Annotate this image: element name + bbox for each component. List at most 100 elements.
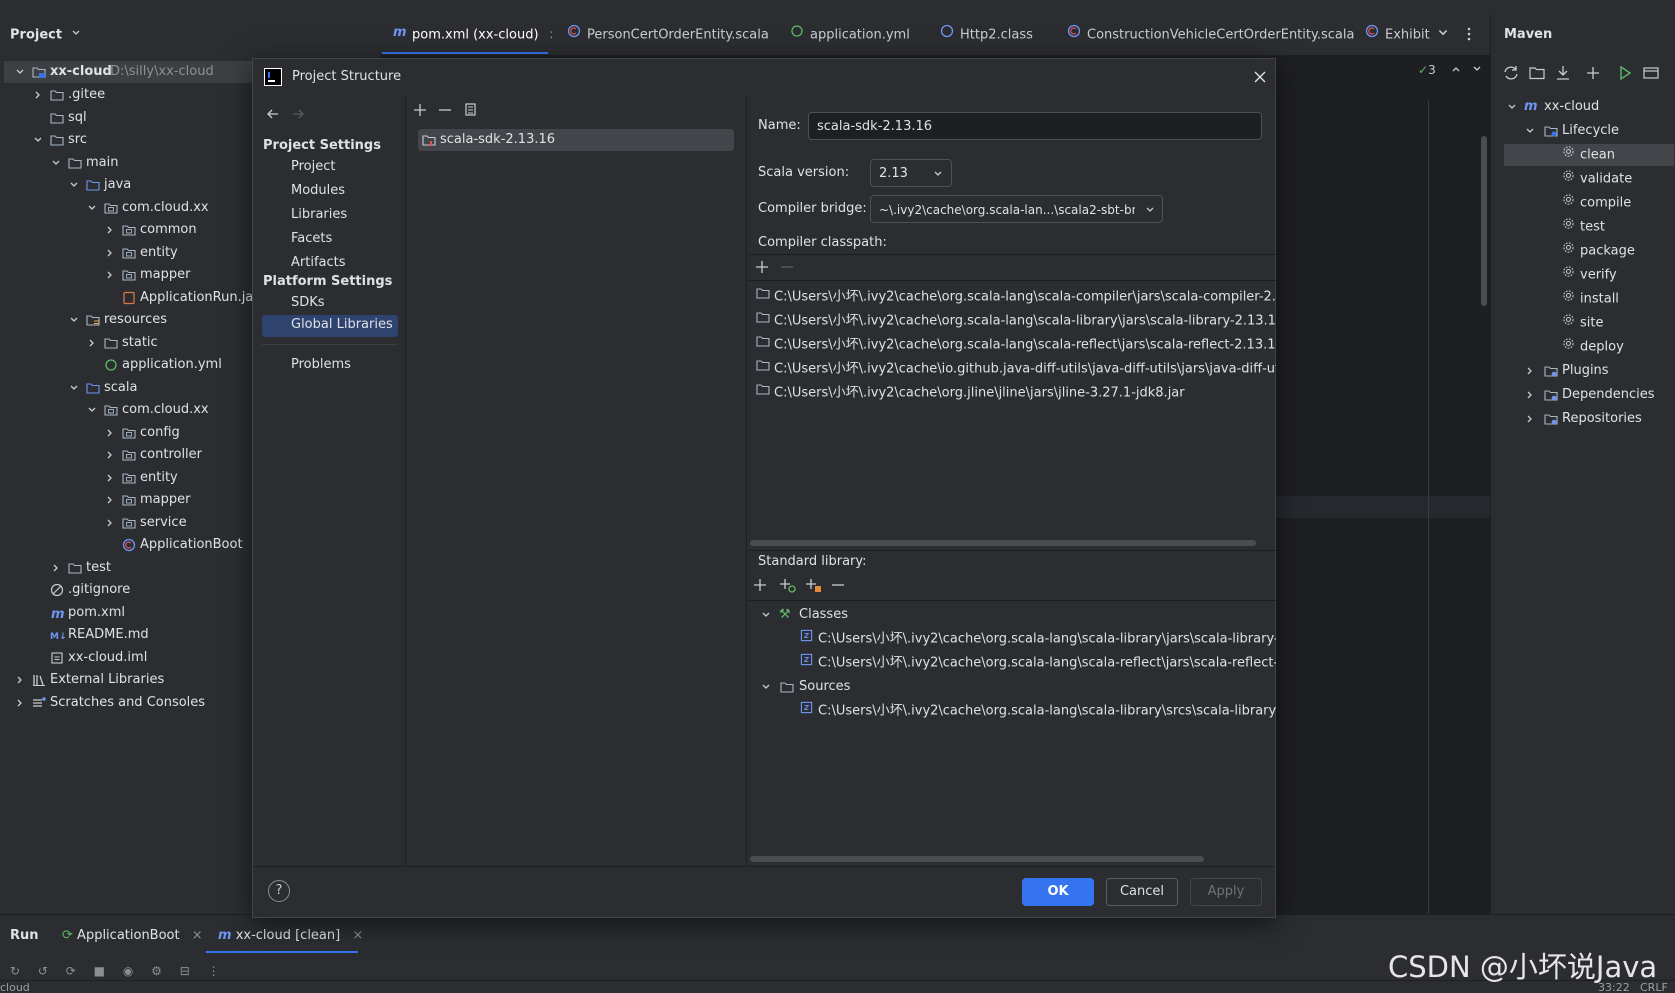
toggle-offline-icon[interactable] (1642, 64, 1660, 86)
close-icon[interactable]: × (549, 28, 552, 43)
tree-item-entity[interactable]: entity (0, 467, 256, 489)
add-external-icon[interactable] (804, 577, 822, 597)
add-maven-project-icon[interactable] (1528, 64, 1546, 86)
nav-item-sdks[interactable]: SDKs (291, 292, 325, 314)
ok-button[interactable]: OK (1022, 878, 1094, 906)
stop-icon[interactable]: ■ (94, 964, 105, 978)
lifecycle-goal-compile[interactable]: compile (1562, 192, 1631, 214)
tree-item-gitignore[interactable]: .gitignore (0, 579, 256, 601)
editor-tab-exhibit[interactable]: Exhibit (1365, 20, 1435, 50)
maven-group-dependencies[interactable]: Dependencies (1504, 384, 1674, 406)
lifecycle-goal-clean[interactable]: clean (1504, 144, 1674, 166)
classpath-hscrollbar[interactable] (750, 540, 1256, 546)
tree-item-xx-cloud-iml[interactable]: xx-cloud.iml (0, 647, 256, 669)
tree-root-row[interactable]: xx-cloud D:\silly\xx-cloud (4, 61, 256, 83)
tree-item-entity[interactable]: entity (0, 242, 256, 264)
remove-classpath-icon[interactable] (779, 259, 795, 279)
tree-item-com-cloud-xx[interactable]: com.cloud.xx (0, 399, 256, 421)
tree-item-gitee[interactable]: .gitee (0, 84, 256, 106)
tree-item-resources[interactable]: resources (0, 309, 256, 331)
maven-group-plugins[interactable]: Plugins (1504, 360, 1674, 382)
more-options-icon[interactable] (1466, 26, 1472, 42)
add-icon[interactable] (752, 577, 768, 597)
run-tab-application-boot[interactable]: ⟳ ApplicationBoot × (62, 925, 203, 947)
editor-scrollbar[interactable] (1481, 136, 1487, 306)
compiler-bridge-select[interactable]: ~\.ivy2\cache\org.scala-lan...\scala2-sb… (870, 195, 1163, 223)
editor-tab-pom-xml-xx-cloud[interactable]: m pom.xml (xx-cloud) × (392, 20, 552, 50)
editor-tab-constructionvehiclecertorderentity-scala[interactable]: ConstructionVehicleCertOrderEntity.scala (1067, 20, 1357, 50)
tree-item-static[interactable]: static (0, 332, 256, 354)
status-left[interactable]: cloud (0, 981, 30, 993)
jar-entry[interactable]: C:\Users\小坏\.ivy2\cache\org.scala-lang\s… (800, 652, 1276, 674)
nav-item-artifacts[interactable]: Artifacts (291, 252, 346, 274)
close-icon[interactable] (1253, 70, 1267, 88)
lifecycle-goal-deploy[interactable]: deploy (1562, 336, 1624, 358)
tree-item-applicationrun-java[interactable]: ApplicationRun.java (0, 287, 256, 309)
pin-icon[interactable]: ⊟ (180, 964, 190, 978)
lifecycle-goal-test[interactable]: test (1562, 216, 1605, 238)
editor-tab-application-yml[interactable]: application.yml (790, 20, 930, 50)
settings-icon[interactable]: ⚙ (151, 964, 162, 978)
tree-item-readme-md[interactable]: M↓ README.md (0, 624, 256, 646)
lifecycle-goal-verify[interactable]: verify (1562, 264, 1617, 286)
tree-item-mapper[interactable]: mapper (0, 264, 256, 286)
editor-inspection-widget[interactable]: ✓3 (1418, 62, 1436, 78)
copy-icon[interactable] (462, 102, 478, 122)
add-jar-icon[interactable] (778, 577, 796, 597)
editor-tab-personcertorderentity-scala[interactable]: PersonCertOrderEntity.scala (567, 20, 777, 50)
tree-item-pom-xml[interactable]: m pom.xml (0, 602, 256, 624)
tree-item-src[interactable]: src (0, 129, 256, 151)
more-icon[interactable]: ⋮ (208, 964, 220, 978)
chevron-down-icon[interactable] (1472, 63, 1482, 78)
tree-item-service[interactable]: service (0, 512, 256, 534)
chevron-up-icon[interactable] (1451, 63, 1461, 78)
lifecycle-goal-validate[interactable]: validate (1562, 168, 1632, 190)
remove-icon[interactable] (830, 577, 846, 597)
classpath-entry[interactable]: C:\Users\小坏\.ivy2\cache\org.scala-lang\s… (756, 286, 1276, 308)
remove-icon[interactable] (437, 102, 453, 122)
classpath-entry[interactable]: C:\Users\小坏\.ivy2\cache\org.scala-lang\s… (756, 334, 1276, 356)
cancel-button[interactable]: Cancel (1106, 878, 1178, 906)
run-icon[interactable] (1616, 64, 1634, 86)
lifecycle-goal-package[interactable]: package (1562, 240, 1635, 262)
rerun-icon[interactable]: ↻ (10, 964, 20, 978)
nav-item-global-libraries[interactable]: Global Libraries (291, 314, 393, 336)
toggle-auto-rerun-icon[interactable]: ⟳ (66, 964, 76, 978)
apply-button[interactable]: Apply (1190, 878, 1262, 906)
close-icon[interactable]: × (192, 928, 203, 943)
lifecycle-goal-install[interactable]: install (1562, 288, 1619, 310)
forward-arrow-icon[interactable] (290, 106, 306, 126)
jar-entry[interactable]: C:\Users\小坏\.ivy2\cache\org.scala-lang\s… (800, 700, 1276, 722)
lifecycle-goal-site[interactable]: site (1562, 312, 1603, 334)
tree-item-external-libraries[interactable]: External Libraries (0, 669, 256, 691)
tree-item-main[interactable]: main (0, 152, 256, 174)
help-button[interactable]: ? (268, 880, 290, 902)
name-field[interactable] (808, 112, 1262, 140)
add-icon[interactable] (412, 102, 428, 122)
tree-item-controller[interactable]: controller (0, 444, 256, 466)
close-icon[interactable]: × (352, 928, 363, 943)
tree-item-application-yml[interactable]: application.yml (0, 354, 256, 376)
maven-group-repositories[interactable]: Repositories (1504, 408, 1674, 430)
scala-version-select[interactable]: 2.13 (870, 159, 952, 187)
tree-item-mapper[interactable]: mapper (0, 489, 256, 511)
tabs-overflow-chevron[interactable] (1437, 27, 1449, 43)
add-icon[interactable] (1584, 64, 1602, 86)
jar-entry[interactable]: C:\Users\小坏\.ivy2\cache\org.scala-lang\s… (800, 628, 1276, 650)
tree-item-test[interactable]: test (0, 557, 256, 579)
tree-item-java[interactable]: java (0, 174, 256, 196)
add-classpath-icon[interactable] (754, 259, 770, 279)
classpath-entry[interactable]: C:\Users\小坏\.ivy2\cache\org.jline\jline\… (756, 382, 1185, 404)
nav-item-problems[interactable]: Problems (291, 354, 351, 376)
library-item[interactable]: scala-sdk-2.13.16 (418, 129, 734, 151)
back-arrow-icon[interactable] (265, 106, 281, 126)
run-tab-xx-cloud-clean[interactable]: m xx-cloud [clean] × (218, 925, 363, 947)
tree-item-com-cloud-xx[interactable]: com.cloud.xx (0, 197, 256, 219)
classpath-entry[interactable]: C:\Users\小坏\.ivy2\cache\io.github.java-d… (756, 358, 1276, 380)
tree-item-scala[interactable]: scala (0, 377, 256, 399)
tree-item-sql[interactable]: sql (0, 107, 256, 129)
tree-item-scratches-and-consoles[interactable]: Scratches and Consoles (0, 692, 256, 714)
project-panel-header[interactable]: Project (10, 24, 81, 46)
reload-icon[interactable] (1502, 64, 1520, 86)
editor-tab-http2-class[interactable]: Http2.class (940, 20, 1060, 50)
